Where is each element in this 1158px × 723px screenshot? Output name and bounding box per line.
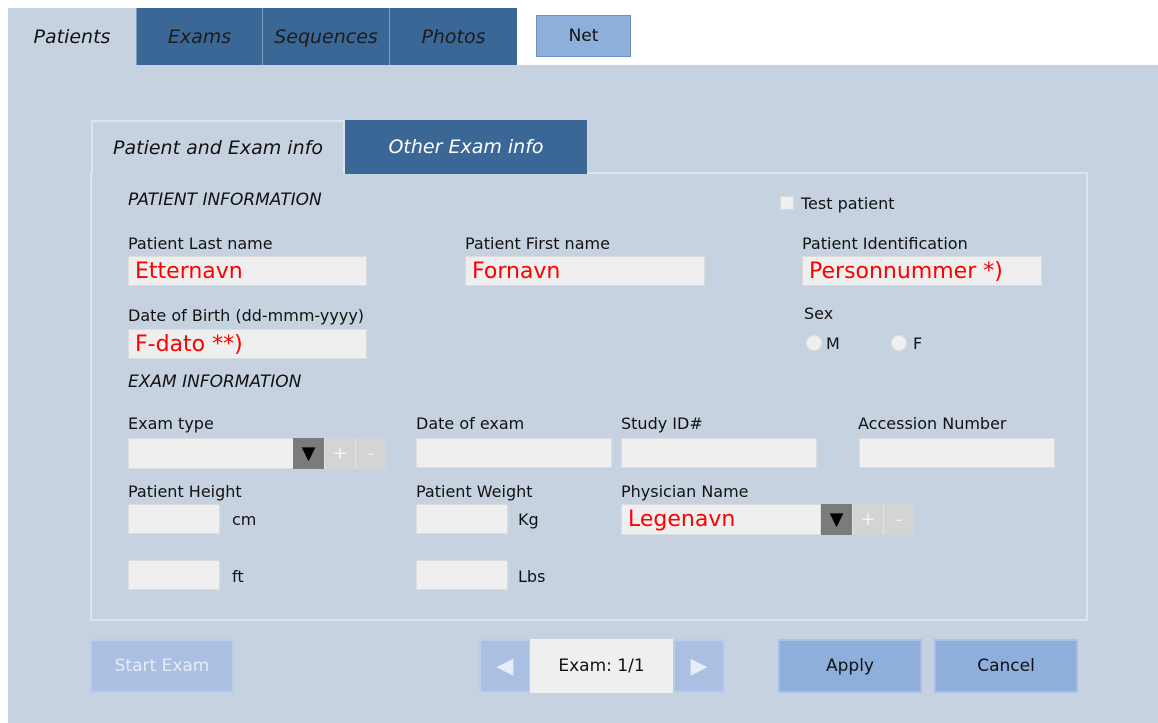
height-cm-field[interactable] (128, 504, 220, 534)
dob-field[interactable]: F-dato **) (128, 329, 367, 359)
last-name-label: Patient Last name (128, 234, 273, 253)
cancel-button[interactable]: Cancel (934, 639, 1078, 693)
physician-add-button[interactable]: + (852, 504, 883, 535)
apply-button[interactable]: Apply (778, 639, 922, 693)
study-id-label: Study ID# (621, 414, 703, 433)
physician-remove-button[interactable]: - (883, 504, 914, 535)
height-cm-unit: cm (232, 510, 257, 529)
weight-kg-field[interactable] (416, 504, 508, 534)
patient-id-field[interactable]: Personnummer *) (802, 256, 1042, 286)
tab-exams[interactable]: Exams (136, 8, 262, 65)
weight-kg-unit: Kg (518, 510, 539, 529)
sex-f-radio[interactable] (891, 335, 907, 351)
net-button[interactable]: Net (536, 15, 631, 57)
height-ft-field[interactable] (128, 560, 220, 590)
weight-lbs-field[interactable] (416, 560, 508, 590)
patient-height-label: Patient Height (128, 482, 242, 501)
physician-name-label: Physician Name (621, 482, 749, 501)
physician-dropdown-icon[interactable]: ▼ (821, 504, 852, 535)
first-name-label: Patient First name (465, 234, 610, 253)
tab-other-exam-info[interactable]: Other Exam info (345, 120, 587, 174)
patient-weight-label: Patient Weight (416, 482, 533, 501)
first-name-field[interactable]: Fornavn (465, 256, 705, 286)
sex-f-label: F (913, 334, 923, 353)
exam-type-dropdown-icon[interactable]: ▼ (293, 438, 324, 469)
accession-number-field[interactable] (859, 438, 1055, 468)
next-exam-arrow-icon[interactable]: ▶ (673, 639, 725, 693)
test-patient-checkbox[interactable] (780, 196, 794, 210)
physician-name-select[interactable]: Legenavn (621, 504, 821, 535)
exam-type-add-button[interactable]: + (324, 438, 355, 469)
start-exam-button[interactable]: Start Exam (90, 639, 234, 693)
sex-m-radio[interactable] (806, 335, 822, 351)
dob-label: Date of Birth (dd-mmm-yyyy) (128, 306, 365, 325)
tab-patient-and-exam-info[interactable]: Patient and Exam info (91, 120, 345, 174)
date-of-exam-field[interactable] (416, 438, 612, 468)
exam-type-label: Exam type (128, 414, 214, 433)
patient-section-title: PATIENT INFORMATION (128, 190, 322, 210)
last-name-field[interactable]: Etternavn (128, 256, 367, 286)
exam-section-title: EXAM INFORMATION (128, 372, 302, 392)
sex-label: Sex (804, 304, 834, 323)
patient-id-label: Patient Identification (802, 234, 968, 253)
height-ft-unit: ft (232, 567, 244, 586)
weight-lbs-unit: Lbs (518, 567, 546, 586)
accession-number-label: Accession Number (858, 414, 1007, 433)
sex-m-label: M (826, 334, 840, 353)
tab-photos[interactable]: Photos (389, 8, 517, 65)
exam-type-select[interactable] (128, 438, 294, 469)
tab-patients[interactable]: Patients (8, 8, 136, 65)
study-id-field[interactable] (621, 438, 817, 468)
exam-counter: Exam: 1/1 (530, 639, 673, 693)
test-patient-label: Test patient (801, 194, 895, 213)
date-of-exam-label: Date of exam (416, 414, 525, 433)
exam-type-remove-button[interactable]: - (355, 438, 386, 469)
tab-sequences[interactable]: Sequences (262, 8, 389, 65)
previous-exam-arrow-icon[interactable]: ◀ (479, 639, 531, 693)
